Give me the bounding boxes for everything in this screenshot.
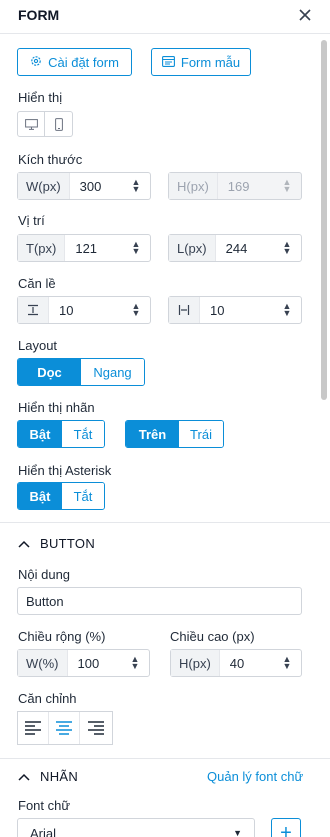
height-input: H(px) 169 ▲ ▼ [168,172,302,200]
top-value: 121 [75,240,98,256]
caret-down-icon: ▼ [233,828,242,837]
show-label-toggle: Bật Tắt [17,420,105,448]
panel-title: FORM [18,7,60,23]
button-height-label: Chiều cao (px) [170,629,255,644]
panel-header: FORM [0,0,330,34]
spinner-icon: ▲ ▼ [282,177,292,194]
width-input[interactable]: W(px) 300 ▲ ▼ [17,172,151,200]
font-label: Font chữ [18,798,71,813]
font-select-value: Arial [30,825,57,837]
align-label: Căn chỉnh [18,691,77,706]
horizontal-padding-icon [169,297,200,323]
form-template-button[interactable]: Form mẫu [151,48,251,76]
show-asterisk-on[interactable]: Bật [18,483,62,509]
spinner-icon[interactable]: ▲ ▼ [279,240,295,256]
mobile-icon[interactable] [45,111,73,137]
left-prefix: L(px) [169,235,216,261]
layout-toggle: Dọc Ngang [17,358,145,386]
manage-fonts-link[interactable]: Quản lý font chữ [207,769,303,784]
top-prefix: T(px) [18,235,66,261]
label-section-header[interactable]: NHÃN [18,769,78,784]
align-left-icon[interactable] [18,712,49,744]
button-height-prefix: H(px) [171,650,220,676]
button-width-prefix: W(%) [18,650,68,676]
chevron-up-icon [18,769,30,784]
spinner-icon[interactable]: ▲ ▼ [279,302,295,318]
show-label-off[interactable]: Tắt [62,421,104,447]
add-font-button[interactable]: + [271,818,301,837]
layout-label: Layout [18,338,58,353]
spinner-icon[interactable]: ▲ ▼ [128,302,144,318]
button-width-value: 100 [77,655,100,671]
button-section-title: BUTTON [40,536,96,551]
left-value: 244 [225,240,248,256]
form-settings-button[interactable]: Cài đặt form [17,48,132,76]
button-height-value: 40 [229,655,245,671]
button-width-label: Chiều rộng (%) [18,629,106,644]
form-settings-label: Cài đặt form [48,54,119,70]
show-asterisk-off[interactable]: Tắt [62,483,104,509]
left-input[interactable]: L(px) 244 ▲ ▼ [168,234,302,262]
margin-vertical-input[interactable]: 10 ▲ ▼ [17,296,151,324]
layout-option-horizontal[interactable]: Ngang [81,359,144,385]
show-asterisk-label: Hiển thị Asterisk [18,463,112,478]
spinner-icon[interactable]: ▲ ▼ [279,655,295,671]
layout-option-vertical[interactable]: Dọc [18,359,81,385]
content-input[interactable]: Button [17,587,302,615]
vertical-padding-icon [18,297,49,323]
margin-vertical-value: 10 [59,302,74,318]
spinner-icon[interactable]: ▲ ▼ [128,240,144,256]
show-label-on[interactable]: Bật [18,421,62,447]
section-divider [0,758,330,759]
width-value: 300 [79,178,102,194]
margin-horizontal-value: 10 [210,302,225,318]
label-position-toggle: Trên Trái [125,420,224,448]
align-right-icon[interactable] [80,712,111,744]
height-value: 169 [227,178,250,194]
chevron-up-icon [18,536,30,551]
show-asterisk-toggle: Bật Tắt [17,482,105,510]
form-template-label: Form mẫu [180,54,241,70]
button-width-input[interactable]: W(%) 100 ▲ ▼ [17,649,150,677]
desktop-icon[interactable] [17,111,45,137]
content-label: Nội dung [18,567,71,582]
scrollbar-thumb[interactable] [321,40,327,400]
font-select[interactable]: Arial ▼ [17,818,255,837]
button-height-input[interactable]: H(px) 40 ▲ ▼ [170,649,302,677]
plus-icon: + [280,821,292,837]
position-label: Vị trí [18,213,45,228]
gear-icon [30,55,42,70]
label-position-top[interactable]: Trên [126,421,179,447]
show-label-label: Hiển thị nhãn [18,400,95,415]
display-label: Hiển thị [18,90,63,105]
label-section-title: NHÃN [40,769,79,784]
spinner-icon[interactable]: ▲ ▼ [128,178,144,194]
align-center-icon[interactable] [49,712,80,744]
close-icon[interactable] [296,6,314,24]
height-prefix: H(px) [169,173,218,199]
size-label: Kích thước [18,152,83,167]
margin-label: Căn lề [18,276,56,291]
align-group [17,711,113,745]
margin-horizontal-input[interactable]: 10 ▲ ▼ [168,296,302,324]
label-position-left[interactable]: Trái [179,421,223,447]
button-section-header[interactable]: BUTTON [18,536,95,551]
template-icon [161,55,175,70]
section-divider [0,522,330,523]
device-toggle [17,111,73,137]
top-input[interactable]: T(px) 121 ▲ ▼ [17,234,151,262]
spinner-icon[interactable]: ▲ ▼ [127,655,143,671]
width-prefix: W(px) [18,173,70,199]
